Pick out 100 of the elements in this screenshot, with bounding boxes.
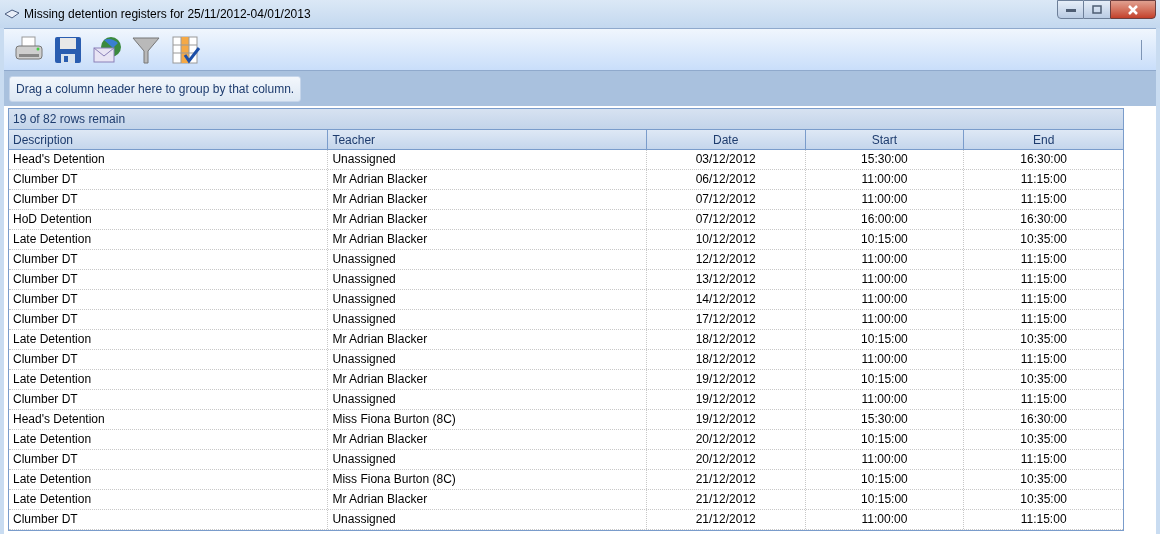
table-cell: 16:30:00 — [963, 210, 1123, 229]
table-cell: 11:00:00 — [804, 310, 964, 329]
maximize-button[interactable] — [1084, 0, 1110, 19]
table-cell: 16:00:00 — [804, 210, 964, 229]
table-cell-text: Clumber DT — [12, 291, 79, 308]
table-cell: 11:15:00 — [963, 190, 1123, 209]
table-cell: 10:15:00 — [804, 330, 964, 349]
window-title: Missing detention registers for 25/11/2012-04/01/2013 — [24, 6, 311, 23]
table-cell: 11:15:00 — [963, 390, 1123, 409]
table-cell: 16:30:00 — [963, 410, 1123, 429]
table-cell-text: Clumber DT — [12, 351, 79, 368]
table-cell: 10:15:00 — [804, 230, 964, 249]
table-cell: 12/12/2012 — [645, 250, 805, 269]
table-cell: 13/12/2012 — [645, 270, 805, 289]
table-cell: Miss Fiona Burton (8C) — [327, 410, 646, 429]
table-cell: 03/12/2012 — [645, 150, 805, 169]
table-cell-text: Head's Detention — [12, 411, 106, 428]
table-cell: 11:00:00 — [804, 170, 964, 189]
table-cell: 10:15:00 — [804, 490, 964, 509]
table-cell: 21/12/2012 — [645, 470, 805, 489]
table-cell: 11:00:00 — [804, 510, 964, 529]
table-cell: 11:00:00 — [804, 450, 964, 469]
table-cell-text: Late Detention — [12, 331, 93, 348]
table-cell: 14/12/2012 — [645, 290, 805, 309]
table-cell: Mr Adrian Blacker — [327, 330, 646, 349]
table-cell: Mr Adrian Blacker — [327, 210, 646, 229]
table-cell: Miss Fiona Burton (8C) — [327, 470, 646, 489]
column-header[interactable]: End — [963, 130, 1123, 149]
column-header[interactable]: Start — [804, 130, 964, 149]
table-cell: 11:15:00 — [963, 310, 1123, 329]
table-cell-text: Clumber DT — [12, 191, 79, 208]
table-cell: 11:00:00 — [804, 350, 964, 369]
table-cell: Unassigned — [327, 250, 646, 269]
table-cell: 10:35:00 — [963, 490, 1123, 509]
table-cell: Mr Adrian Blacker — [327, 490, 646, 509]
table-cell: 10:35:00 — [963, 230, 1123, 249]
table-cell: Unassigned — [327, 310, 646, 329]
close-icon — [1127, 4, 1139, 15]
minimize-button[interactable] — [1057, 0, 1084, 19]
table-cell: 17/12/2012 — [645, 310, 805, 329]
table-cell: Unassigned — [327, 390, 646, 409]
table-cell: 16:30:00 — [963, 150, 1123, 169]
table-cell: 11:00:00 — [804, 190, 964, 209]
table-cell-text: Clumber DT — [12, 171, 79, 188]
table-cell: 10:35:00 — [963, 330, 1123, 349]
table-cell: 21/12/2012 — [645, 490, 805, 509]
table-cell: 19/12/2012 — [645, 410, 805, 429]
table-cell: 10:15:00 — [804, 430, 964, 449]
table-cell-text: Clumber DT — [12, 451, 79, 468]
table-cell: 11:15:00 — [963, 250, 1123, 269]
column-header[interactable]: Teacher — [327, 130, 646, 149]
table-cell: 07/12/2012 — [645, 190, 805, 209]
table-cell: 18/12/2012 — [645, 330, 805, 349]
table-cell: 11:00:00 — [804, 250, 964, 269]
table-cell-text: Late Detention — [12, 471, 93, 488]
table-cell: Unassigned — [327, 270, 646, 289]
table-cell: 11:00:00 — [804, 270, 964, 289]
table-cell-text: Clumber DT — [12, 271, 79, 288]
table-cell: Mr Adrian Blacker — [327, 430, 646, 449]
table-cell: 20/12/2012 — [645, 450, 805, 469]
table-cell: 10:35:00 — [963, 470, 1123, 489]
table-cell-text: Late Detention — [12, 231, 93, 248]
table-cell: Unassigned — [327, 150, 646, 169]
table-cell: Mr Adrian Blacker — [327, 190, 646, 209]
table-cell: 10:15:00 — [804, 470, 964, 489]
table-cell: 11:15:00 — [963, 270, 1123, 289]
table-cell: Unassigned — [327, 450, 646, 469]
table-cell: 21/12/2012 — [645, 510, 805, 529]
column-header[interactable]: Date — [645, 130, 805, 149]
group-by-hint: Drag a column header here to group by that column. — [9, 75, 302, 102]
table-cell: Unassigned — [327, 350, 646, 369]
table-cell: Unassigned — [327, 510, 646, 529]
table-cell: Mr Adrian Blacker — [327, 230, 646, 249]
table-cell: 19/12/2012 — [645, 370, 805, 389]
table-cell: 15:30:00 — [804, 410, 964, 429]
table-cell-text: Head's Detention — [12, 151, 106, 168]
table-cell-text: Late Detention — [12, 491, 93, 508]
table-cell: 11:00:00 — [804, 290, 964, 309]
table-cell: 10:35:00 — [963, 430, 1123, 449]
table-cell: Unassigned — [327, 290, 646, 309]
table-cell: 15:30:00 — [804, 150, 964, 169]
table-cell-text: HoD Detention — [12, 211, 93, 228]
table-cell-text: Clumber DT — [12, 391, 79, 408]
table-cell: 11:15:00 — [963, 510, 1123, 529]
table-cell: 10:15:00 — [804, 370, 964, 389]
table-cell: 19/12/2012 — [645, 390, 805, 409]
table-cell: 11:00:00 — [804, 390, 964, 409]
table-cell: Mr Adrian Blacker — [327, 170, 646, 189]
close-button[interactable] — [1110, 0, 1156, 19]
table-cell: 11:15:00 — [963, 350, 1123, 369]
minimize-icon — [1065, 7, 1076, 12]
table-cell-text: Clumber DT — [12, 311, 79, 328]
table-cell: 18/12/2012 — [645, 350, 805, 369]
table-cell: 11:15:00 — [963, 170, 1123, 189]
table-cell: Mr Adrian Blacker — [327, 370, 646, 389]
book-icon — [4, 8, 20, 20]
column-header[interactable]: Description — [9, 130, 328, 149]
table-cell: 10/12/2012 — [645, 230, 805, 249]
maximize-icon — [1092, 5, 1102, 14]
table-cell-text: Late Detention — [12, 371, 93, 388]
